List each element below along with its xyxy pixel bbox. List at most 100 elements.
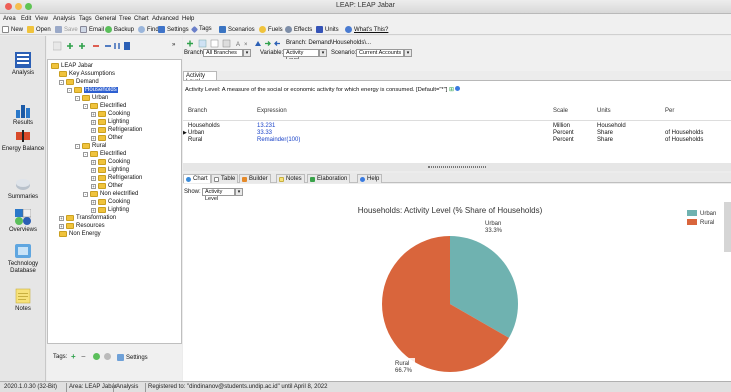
backup-button[interactable]: Backup <box>105 26 134 33</box>
whats-this-button[interactable]: What's This? <box>345 26 388 33</box>
branch-filter-select[interactable]: All Branches <box>203 49 243 57</box>
row-households-branch[interactable]: Households <box>188 123 220 130</box>
variable-select[interactable]: Activity Level <box>283 49 319 63</box>
tree-node[interactable]: + Resources <box>59 222 105 230</box>
tree-node[interactable]: + Lighting <box>91 118 129 126</box>
menu-advanced[interactable]: Advanced <box>152 16 179 22</box>
row-rural-expression[interactable]: Remainder(100) <box>257 137 300 144</box>
row-households-scale[interactable]: Million <box>553 123 570 130</box>
row-urban-expression[interactable]: 33.33 <box>257 130 272 137</box>
menu-area[interactable]: Area <box>3 16 16 22</box>
row-urban-units[interactable]: Share <box>597 130 613 137</box>
tab-builder[interactable]: Builder <box>239 174 271 183</box>
tree-node[interactable]: + Cooking <box>91 110 130 118</box>
tree-node[interactable]: + Other <box>91 182 123 190</box>
find-button[interactable]: Find <box>138 26 159 33</box>
collapse-icon[interactable]: - <box>67 87 72 93</box>
menu-help[interactable]: Help <box>182 16 194 22</box>
tree-node[interactable]: + Refrigeration <box>91 126 142 134</box>
tag-color-icon[interactable] <box>93 353 100 360</box>
pane-splitter[interactable] <box>183 163 731 171</box>
row-rural-branch[interactable]: Rural <box>188 137 202 144</box>
collapse-icon[interactable]: - <box>75 143 80 149</box>
data-toolbar-buttons[interactable]: A × <box>185 39 285 48</box>
nav-analysis[interactable]: Analysis <box>0 52 46 77</box>
tree-node[interactable]: - Electrified <box>83 102 126 110</box>
col-units[interactable]: Units <box>597 105 611 119</box>
tab-elaboration[interactable]: Elaboration <box>307 174 351 183</box>
collapse-icon[interactable]: - <box>83 151 88 157</box>
chevron-down-icon[interactable]: ▾ <box>404 49 412 57</box>
effects-button[interactable]: Effects <box>285 26 312 33</box>
save-button[interactable]: Save <box>55 26 78 33</box>
menu-tags[interactable]: Tags <box>79 16 92 22</box>
row-urban-branch[interactable]: Urban <box>188 130 204 137</box>
splitter-grip[interactable] <box>428 166 486 168</box>
collapse-icon[interactable]: - <box>83 103 88 109</box>
row-rural-per[interactable]: of Households <box>665 137 703 144</box>
chevron-down-icon[interactable]: ▾ <box>243 49 251 57</box>
row-rural-scale[interactable]: Percent <box>553 137 574 144</box>
tree-node[interactable]: Key Assumptions <box>59 70 115 78</box>
fuels-button[interactable]: Fuels <box>259 26 283 33</box>
nav-energy-balance[interactable]: Energy Balance <box>0 128 46 153</box>
nav-overviews[interactable]: Overviews <box>0 209 46 234</box>
tree-node[interactable]: Non Energy <box>59 230 101 238</box>
menu-chart[interactable]: Chart <box>134 16 149 22</box>
col-per[interactable]: Per <box>665 105 674 119</box>
add-tag-button[interactable]: + <box>71 352 76 361</box>
expand-icon[interactable]: + <box>59 223 64 229</box>
expand-icon[interactable]: + <box>91 175 96 181</box>
expand-icon[interactable]: + <box>91 119 96 125</box>
menu-general[interactable]: General <box>95 16 116 22</box>
tree-node[interactable]: - Households <box>67 86 118 94</box>
expand-icon[interactable]: + <box>91 167 96 173</box>
expand-icon[interactable]: + <box>91 111 96 117</box>
tags-button[interactable]: Tags <box>190 25 212 33</box>
tab-help[interactable]: Help <box>357 174 383 183</box>
expand-icon[interactable]: + <box>91 183 96 189</box>
units-button[interactable]: Units <box>316 26 339 33</box>
tab-table[interactable]: Table <box>211 174 239 183</box>
chevron-down-icon[interactable]: ▾ <box>319 49 327 57</box>
tree-edit-buttons[interactable] <box>53 41 131 51</box>
expand-icon[interactable]: + <box>91 199 96 205</box>
row-urban-per[interactable]: of Households <box>665 130 703 137</box>
row-households-units[interactable]: Household <box>597 123 626 130</box>
expand-icon[interactable]: + <box>59 215 64 221</box>
col-expression[interactable]: Expression <box>257 105 287 119</box>
settings-button[interactable]: Settings <box>158 26 189 33</box>
expand-icon[interactable]: + <box>91 207 96 213</box>
row-households-expression[interactable]: 13.231 <box>257 123 275 130</box>
tree-node[interactable]: + Cooking <box>91 198 130 206</box>
expand-icon[interactable]: + <box>91 135 96 141</box>
pin-icon[interactable]: ⊞ <box>449 87 454 93</box>
tag-filter-icon[interactable] <box>104 353 111 360</box>
new-button[interactable]: New <box>2 26 23 33</box>
scenario-select[interactable]: Current Accounts <box>356 49 404 57</box>
legend-scrollbar[interactable] <box>724 202 731 252</box>
tree-node[interactable]: - Non electrified <box>83 190 138 198</box>
tab-activity-level[interactable]: Activity Level <box>183 71 217 85</box>
tree-node[interactable]: + Lighting <box>91 206 129 214</box>
tree-node[interactable]: + Other <box>91 134 123 142</box>
tree-node[interactable]: + Cooking <box>91 158 130 166</box>
tree-node[interactable]: - Rural <box>75 142 106 150</box>
nav-results[interactable]: Results <box>0 102 46 127</box>
expand-icon[interactable]: + <box>91 159 96 165</box>
tab-notes[interactable]: Notes <box>276 174 305 183</box>
tag-settings-button[interactable]: Settings <box>117 354 148 361</box>
toolbar-overflow-chevron[interactable]: » <box>172 42 175 48</box>
row-urban-scale[interactable]: Percent <box>553 130 574 137</box>
collapse-icon[interactable]: - <box>83 191 88 197</box>
row-rural-units[interactable]: Share <box>597 137 613 144</box>
nav-notes[interactable]: Notes <box>0 288 46 313</box>
tree-node[interactable]: + Lighting <box>91 166 129 174</box>
menu-analysis[interactable]: Analysis <box>53 16 75 22</box>
menu-edit[interactable]: Edit <box>21 16 31 22</box>
collapse-icon[interactable]: - <box>59 79 64 85</box>
open-button[interactable]: Open <box>27 26 51 33</box>
nav-technology-database[interactable]: Technology Database <box>0 243 46 274</box>
collapse-icon[interactable]: - <box>75 95 80 101</box>
tab-chart[interactable]: Chart <box>183 174 211 183</box>
